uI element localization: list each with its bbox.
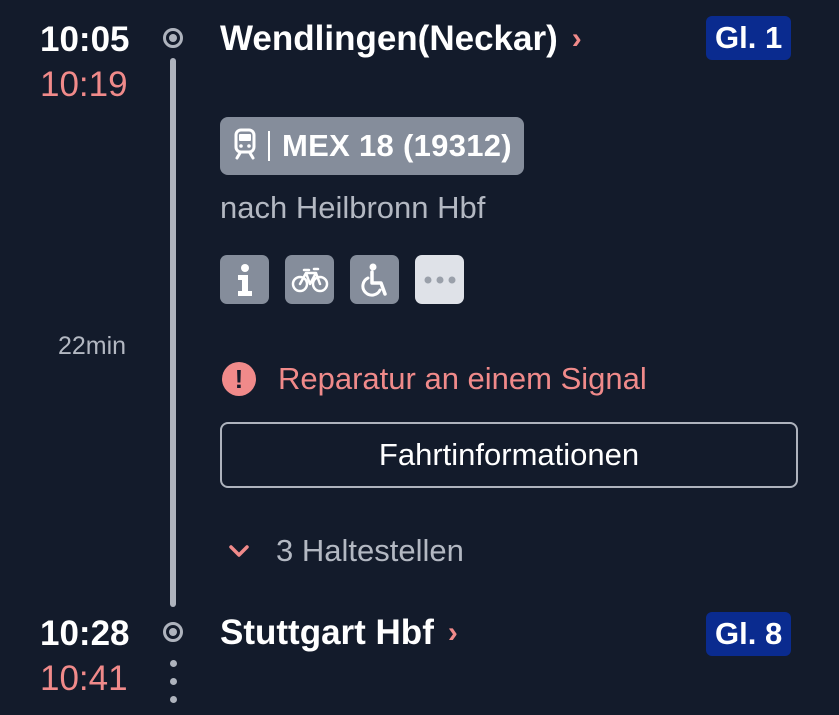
train-line-badge[interactable]: MEX 18 (19312) — [220, 117, 524, 175]
exclamation-icon: ! — [222, 362, 256, 396]
trip-information-button[interactable]: Fahrtinformationen — [220, 422, 798, 488]
departure-time-actual: 10:19 — [40, 65, 128, 104]
arrival-station-link[interactable]: Stuttgart Hbf › — [220, 615, 458, 650]
wheelchair-icon[interactable] — [350, 255, 399, 304]
intermediate-stops-label: 3 Haltestellen — [276, 533, 464, 568]
intermediate-stops-toggle[interactable]: 3 Haltestellen — [228, 533, 464, 569]
timeline-dot — [170, 660, 177, 667]
train-icon — [234, 128, 256, 165]
train-direction: nach Heilbronn Hbf — [220, 190, 486, 225]
disruption-notice: ! Reparatur an einem Signal — [222, 361, 647, 397]
chevron-right-icon: › — [447, 615, 458, 649]
bicycle-icon[interactable] — [285, 255, 334, 304]
departure-station-link[interactable]: Wendlingen(Neckar) › — [220, 21, 582, 56]
arrival-stop-marker — [163, 622, 183, 642]
arrival-platform-badge: Gl. 8 — [706, 612, 792, 656]
departure-platform-badge: Gl. 1 — [706, 16, 792, 60]
chevron-right-icon: › — [571, 21, 582, 55]
departure-time-planned: 10:05 — [40, 20, 130, 59]
arrival-time-planned: 10:28 — [40, 614, 130, 653]
badge-divider — [268, 131, 270, 161]
timeline-dot — [170, 678, 177, 685]
timeline-track — [170, 58, 176, 607]
timeline-dot — [170, 696, 177, 703]
info-icon[interactable] — [220, 255, 269, 304]
arrival-time-actual: 10:41 — [40, 659, 128, 698]
disruption-text: Reparatur an einem Signal — [278, 361, 647, 396]
chevron-down-icon — [228, 537, 250, 565]
departure-stop-marker — [163, 28, 183, 48]
departure-station-name: Wendlingen(Neckar) — [220, 19, 558, 58]
more-icon[interactable] — [415, 255, 464, 304]
trip-duration: 22min — [58, 332, 127, 360]
arrival-station-name: Stuttgart Hbf — [220, 613, 434, 652]
train-line-name: MEX 18 (19312) — [282, 128, 512, 163]
